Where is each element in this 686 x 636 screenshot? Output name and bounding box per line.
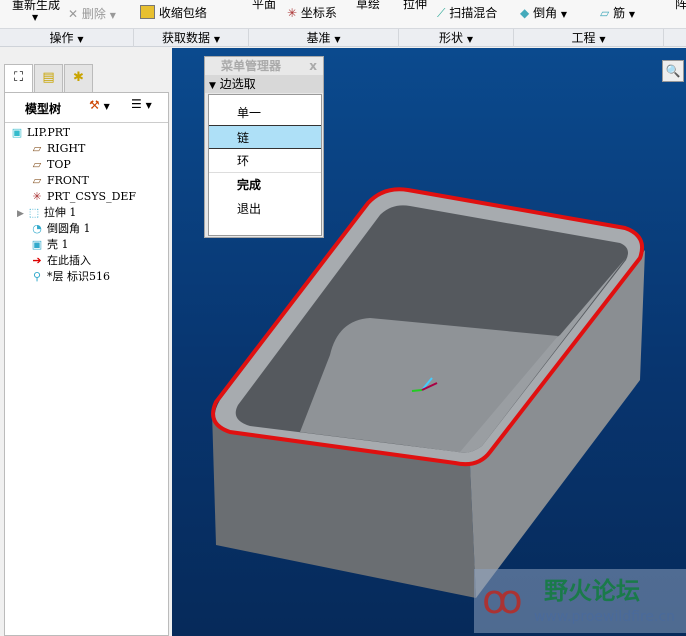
group-operations[interactable]: 操作 ▼ <box>0 29 134 47</box>
tree-item-label: FRONT <box>47 174 89 187</box>
tree-item[interactable]: ▱ FRONT <box>29 173 89 189</box>
tree-item-label: 在此插入 <box>47 254 91 267</box>
tab-folder-browser[interactable]: ▤ <box>34 64 63 92</box>
extrude-icon: ⬚ <box>28 206 40 219</box>
menu-item-loop[interactable]: 环 <box>209 149 321 173</box>
tree-item[interactable]: ➔ 在此插入 <box>29 253 91 269</box>
pattern-button[interactable]: 阵 <box>675 0 686 12</box>
watermark-title: 野火论坛 <box>544 577 640 605</box>
group-datum[interactable]: 基准 ▼ <box>249 29 399 47</box>
delete-icon: ✕ <box>68 7 79 21</box>
swept-blend-button[interactable]: ⟋ 扫描混合 <box>437 4 497 21</box>
menu-item-quit[interactable]: 退出 <box>209 197 321 221</box>
extrude-button[interactable]: 拉伸 <box>403 0 427 12</box>
tree-item[interactable]: ◔ 倒圆角 1 <box>29 221 91 237</box>
tree-item-label: PRT_CSYS_DEF <box>47 190 137 203</box>
shrinkwrap-button[interactable]: 收缩包络 <box>140 4 207 21</box>
layer-icon: ⚲ <box>32 270 42 283</box>
datum-plane-icon: ▱ <box>32 174 42 187</box>
tree-item[interactable]: ▣ 壳 1 <box>29 237 69 253</box>
shell-icon: ▣ <box>31 238 43 251</box>
csys-icon: ✳ <box>287 6 298 20</box>
tree-item-label: 壳 1 <box>47 238 69 251</box>
folders-icon: ▤ <box>42 70 55 85</box>
menu-manager: 菜单管理器 x ▼ 边选取 单一 链 环 完成 退出 <box>204 56 324 238</box>
model-tree-icon: ⛶ <box>13 70 24 85</box>
swept-blend-icon: ⟋ <box>437 6 446 20</box>
menu-list: 单一 链 环 完成 退出 <box>208 94 322 236</box>
regenerate-button[interactable]: 重新生成 ▼ <box>12 0 60 22</box>
tree-item[interactable]: ▣ LIP.PRT <box>9 125 70 141</box>
tab-favorites[interactable]: ✱ <box>64 64 93 92</box>
tree-item[interactable]: ⚲ *层 标识516 <box>29 269 110 285</box>
tree-item[interactable]: ▱ TOP <box>29 157 71 173</box>
tree-item-label: 拉伸 1 <box>43 206 77 219</box>
shrinkwrap-icon <box>140 5 155 19</box>
tree-item-label: LIP.PRT <box>27 126 71 139</box>
collapse-icon: ▼ <box>209 81 216 91</box>
chamfer-button[interactable]: ◆ 倒角 ▼ <box>520 4 567 21</box>
model-tree-header: 模型树 ⚒ ▼ ☰ ▼ <box>5 93 168 123</box>
plane-button[interactable]: 平面 <box>252 0 276 12</box>
rib-icon: ▱ <box>600 6 610 20</box>
datum-plane-icon: ▱ <box>32 158 42 171</box>
insert-here-icon: ➔ <box>32 254 42 267</box>
tree-item-label: TOP <box>47 158 71 171</box>
edge-select-header[interactable]: ▼ 边选取 <box>205 75 323 93</box>
menu-item-done[interactable]: 完成 <box>209 173 321 197</box>
csys-button[interactable]: ✳ 坐标系 <box>287 4 337 21</box>
tree-item-label: *层 标识516 <box>47 270 110 283</box>
chamfer-icon: ◆ <box>520 6 530 20</box>
menu-item-chain[interactable]: 链 <box>209 125 321 149</box>
watermark-logo-icon: ꝏ <box>482 577 523 623</box>
watermark: ꝏ 野火论坛 www.proewildfire.cn <box>474 569 686 633</box>
model-tree-title: 模型树 <box>25 102 62 116</box>
menu-manager-title: 菜单管理器 x <box>221 57 317 75</box>
tree-filter-icon[interactable]: ☰ ▼ <box>131 97 152 111</box>
sketch-button[interactable]: 草绘 <box>356 0 380 12</box>
tree-item[interactable]: ▱ RIGHT <box>29 141 86 157</box>
tree-item[interactable]: ✳ PRT_CSYS_DEF <box>29 189 136 205</box>
group-shapes[interactable]: 形状 ▼ <box>399 29 514 47</box>
tree-item-label: 倒圆角 1 <box>47 222 91 235</box>
close-icon[interactable]: x <box>309 57 317 75</box>
delete-button[interactable]: ✕ 删除 ▼ <box>68 5 116 22</box>
expand-arrow-icon[interactable]: ▶ <box>17 209 24 219</box>
tree-settings-icon[interactable]: ⚒ ▼ <box>89 98 110 112</box>
csys-icon: ✳ <box>32 190 42 203</box>
favorites-folder-icon: ✱ <box>73 70 84 85</box>
round-icon: ◔ <box>32 222 42 235</box>
part-icon: ▣ <box>11 126 23 139</box>
group-get-data[interactable]: 获取数据 ▼ <box>134 29 249 47</box>
group-engineering[interactable]: 工程 ▼ <box>514 29 664 47</box>
datum-plane-icon: ▱ <box>32 142 42 155</box>
model-tree: 模型树 ⚒ ▼ ☰ ▼ ▣ LIP.PRT ▱ RIGHT ▱ TOP ▱ FRONT ✳ PRT… <box>4 92 169 636</box>
ribbon-group-bar: 操作 ▼ 获取数据 ▼ 基准 ▼ 形状 ▼ 工程 ▼ <box>0 28 686 47</box>
tree-item[interactable]: ▶ ⬚ 拉伸 1 <box>17 205 76 221</box>
ribbon: 重新生成 ▼ ✕ 删除 ▼ 收缩包络 平面 ✳ 坐标系 草绘 拉伸 ⟋ 扫描混合 … <box>0 0 686 28</box>
tab-model-tree[interactable]: ⛶ <box>4 64 33 92</box>
menu-item-single[interactable]: 单一 <box>209 101 321 125</box>
rib-button[interactable]: ▱ 筋 ▼ <box>600 4 635 21</box>
watermark-url: www.proewildfire.cn <box>534 609 676 625</box>
tree-item-label: RIGHT <box>47 142 86 155</box>
